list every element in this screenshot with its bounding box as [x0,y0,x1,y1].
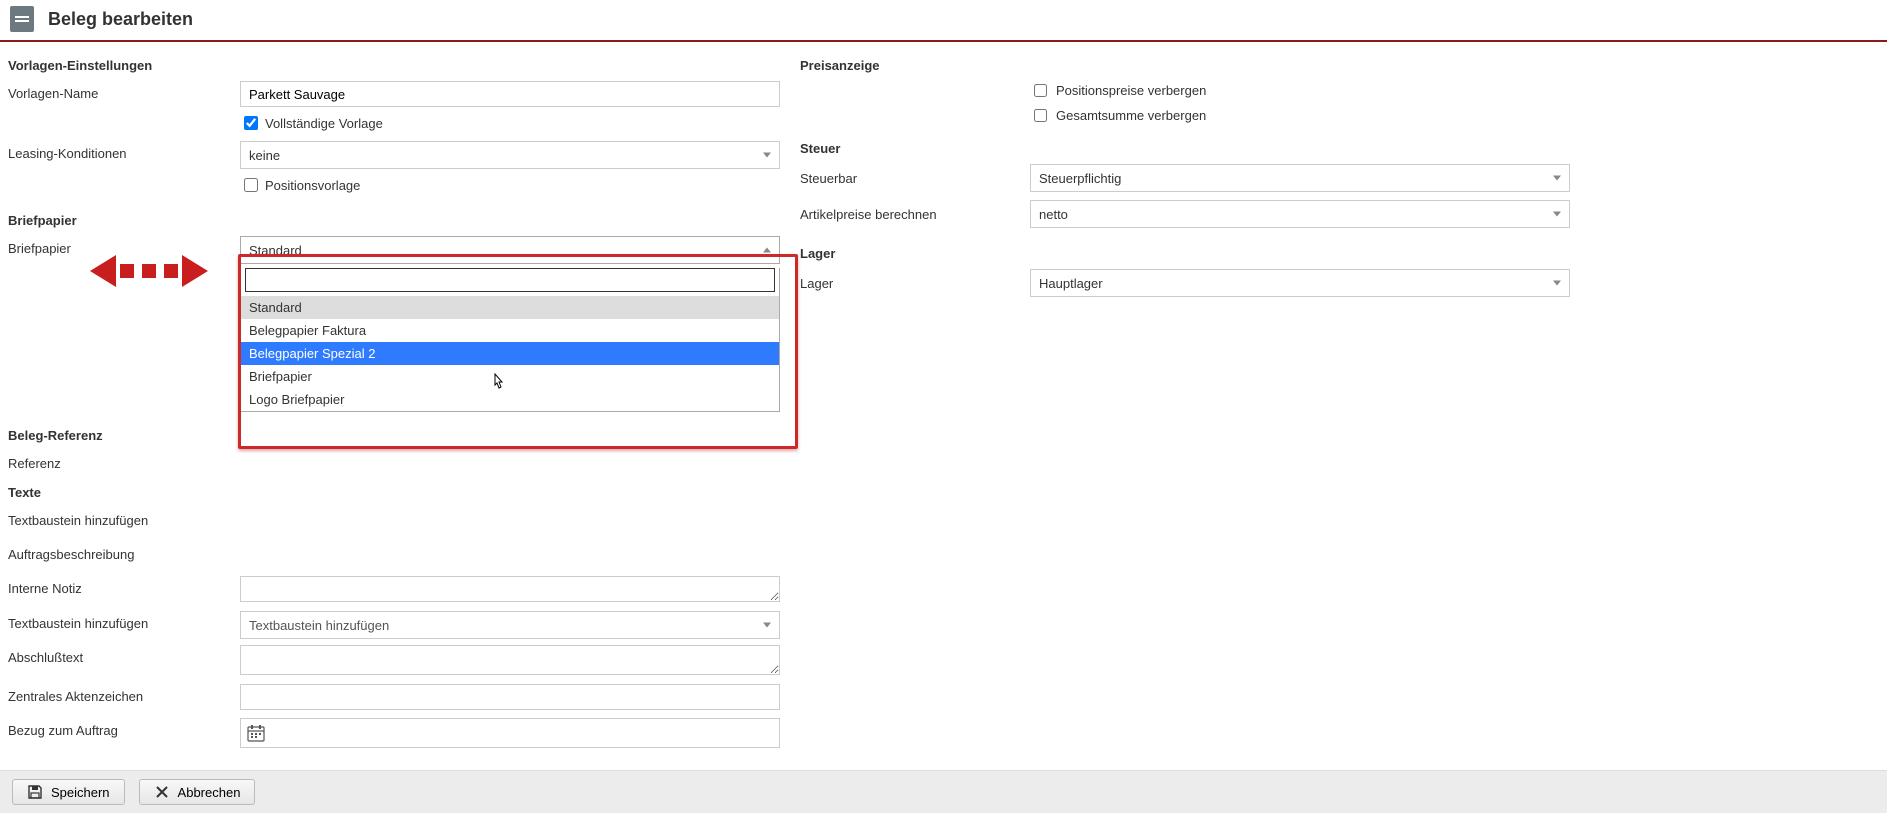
vollstaendige-vorlage-checkbox[interactable] [244,116,258,130]
label-referenz: Referenz [8,451,240,471]
content-area: Vorlagen-Einstellungen Vorlagen-Name Vol… [0,42,1887,770]
dropdown-option-faktura[interactable]: Belegpapier Faktura [241,319,779,342]
dropdown-option-logo[interactable]: Logo Briefpapier [241,388,779,411]
textbaustein2-placeholder: Textbaustein hinzufügen [249,618,389,633]
section-title-lager: Lager [800,246,1879,261]
lager-value: Hauptlager [1039,276,1103,291]
chevron-down-icon [763,153,771,158]
dropdown-search-wrap [245,268,775,292]
label-zentrales-aktenzeichen: Zentrales Aktenzeichen [8,684,240,704]
artikelpreise-value: netto [1039,207,1068,222]
left-column: Vorlagen-Einstellungen Vorlagen-Name Vol… [8,58,788,754]
chevron-down-icon [1553,176,1561,181]
label-bezug-auftrag: Bezug zum Auftrag [8,718,240,738]
section-title-vorlagen: Vorlagen-Einstellungen [8,58,788,73]
dropdown-search-input[interactable] [246,269,774,291]
chevron-up-icon [763,248,771,253]
zentrales-aktenzeichen-input[interactable] [240,684,780,710]
positionspreise-checkbox[interactable] [1034,84,1047,97]
label-textbaustein2: Textbaustein hinzufügen [8,611,240,631]
label-steuerbar: Steuerbar [800,171,1030,186]
cancel-button[interactable]: Abbrechen [139,779,256,805]
document-icon [10,6,34,32]
artikelpreise-select[interactable]: netto [1030,200,1570,228]
save-button[interactable]: Speichern [12,779,125,805]
label-briefpapier: Briefpapier [8,236,240,256]
briefpapier-select-value: Standard [249,243,302,258]
calendar-icon [247,724,265,742]
abschlusstext-textarea[interactable] [240,645,780,675]
chevron-down-icon [763,623,771,628]
section-title-steuer: Steuer [800,141,1879,156]
right-column: Preisanzeige Positionspreise verbergen G… [788,58,1879,754]
briefpapier-dropdown-panel: Standard Belegpapier Faktura Belegpapier… [240,268,780,412]
gesamtsumme-label: Gesamtsumme verbergen [1056,108,1206,123]
label-abschlusstext: Abschlußtext [8,645,240,665]
save-button-label: Speichern [51,785,110,800]
label-leasing: Leasing-Konditionen [8,141,240,161]
page-title: Beleg bearbeiten [48,9,193,30]
label-lager: Lager [800,276,1030,291]
label-textbaustein1: Textbaustein hinzufügen [8,508,240,528]
leasing-select-value: keine [249,148,280,163]
cancel-button-label: Abbrechen [178,785,241,800]
vorlagen-name-input[interactable] [240,81,780,107]
bezug-auftrag-date-input[interactable] [240,718,780,748]
positionsvorlage-label: Positionsvorlage [265,178,360,193]
save-icon [27,784,43,800]
dropdown-option-standard[interactable]: Standard [241,296,779,319]
positionspreise-label: Positionspreise verbergen [1056,83,1206,98]
steuerbar-select[interactable]: Steuerpflichtig [1030,164,1570,192]
label-vorlagen-name: Vorlagen-Name [8,81,240,101]
section-title-texte: Texte [8,485,788,500]
dropdown-option-briefpapier[interactable]: Briefpapier [241,365,779,388]
highlight-arrow-icon [90,255,208,287]
briefpapier-select-open[interactable]: Standard Standard Belegpapier Faktura Be… [240,236,780,412]
label-interne-notiz: Interne Notiz [8,576,240,596]
dropdown-option-spezial2[interactable]: Belegpapier Spezial 2 [241,342,779,365]
textbaustein2-select[interactable]: Textbaustein hinzufügen [240,611,780,639]
section-title-briefpapier: Briefpapier [8,213,788,228]
label-auftragsbeschreibung: Auftragsbeschreibung [8,542,240,562]
footer-bar: Speichern Abbrechen [0,770,1887,813]
label-artikelpreise: Artikelpreise berechnen [800,207,1030,222]
positionsvorlage-checkbox[interactable] [244,178,258,192]
vollstaendige-vorlage-label: Vollständige Vorlage [265,116,383,131]
leasing-select[interactable]: keine [240,141,780,169]
lager-select[interactable]: Hauptlager [1030,269,1570,297]
page-header: Beleg bearbeiten [0,0,1887,42]
gesamtsumme-checkbox[interactable] [1034,109,1047,122]
chevron-down-icon [1553,281,1561,286]
section-title-preisanzeige: Preisanzeige [800,58,1879,73]
section-title-beleg-referenz: Beleg-Referenz [8,428,788,443]
close-icon [154,784,170,800]
steuerbar-value: Steuerpflichtig [1039,171,1121,186]
interne-notiz-textarea[interactable] [240,576,780,602]
chevron-down-icon [1553,212,1561,217]
